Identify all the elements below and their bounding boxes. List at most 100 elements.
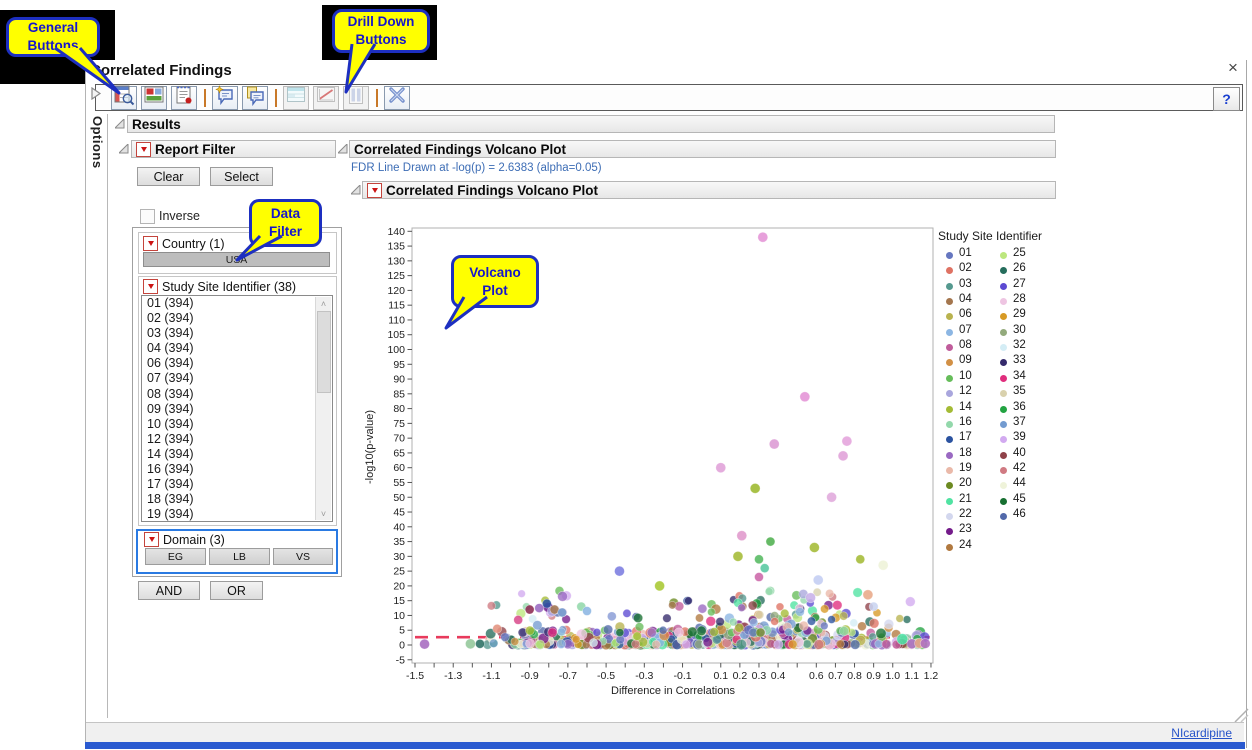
site-list-item[interactable]: 14 (394) xyxy=(142,447,332,462)
scatter-point[interactable] xyxy=(716,463,726,473)
legend-label[interactable]: 14 xyxy=(959,401,972,413)
legend-dot[interactable] xyxy=(1000,267,1007,274)
legend-label[interactable]: 42 xyxy=(1013,462,1026,474)
scatter-point[interactable] xyxy=(828,616,836,624)
scatter-point[interactable] xyxy=(614,566,624,576)
scatter-point[interactable] xyxy=(780,609,789,618)
legend-dot[interactable] xyxy=(1000,482,1007,489)
scatter-point[interactable] xyxy=(518,590,526,598)
scatter-point[interactable] xyxy=(557,639,566,648)
legend-label[interactable]: 08 xyxy=(959,339,972,351)
scatter-point[interactable] xyxy=(813,575,823,585)
legend-dot[interactable] xyxy=(946,359,953,366)
scatter-point[interactable] xyxy=(487,602,495,610)
site-list-item[interactable]: 02 (394) xyxy=(142,311,332,326)
scatter-point[interactable] xyxy=(827,492,837,502)
legend-label[interactable]: 32 xyxy=(1013,339,1026,351)
legend-dot[interactable] xyxy=(1000,498,1007,505)
scatter-point[interactable] xyxy=(542,599,551,608)
legend-dot[interactable] xyxy=(1000,313,1007,320)
scatter-point[interactable] xyxy=(698,604,707,613)
legend-dot[interactable] xyxy=(946,498,953,505)
site-list-item[interactable]: 09 (394) xyxy=(142,402,332,417)
legend-label[interactable]: 37 xyxy=(1013,416,1026,428)
site-list-item[interactable]: 01 (394) xyxy=(142,296,332,311)
legend-dot[interactable] xyxy=(946,482,953,489)
legend-dot[interactable] xyxy=(946,267,953,274)
legend-label[interactable]: 44 xyxy=(1013,477,1026,489)
legend-dot[interactable] xyxy=(1000,298,1007,305)
country-value-button[interactable]: USA xyxy=(143,252,330,267)
scatter-point[interactable] xyxy=(869,602,878,611)
scatter-point[interactable] xyxy=(655,581,665,591)
scatter-point[interactable] xyxy=(803,640,811,648)
legend-label[interactable]: 02 xyxy=(959,262,972,274)
legend-dot[interactable] xyxy=(946,421,953,428)
scatter-point[interactable] xyxy=(687,627,697,637)
scatter-point[interactable] xyxy=(754,555,763,564)
scatter-point[interactable] xyxy=(703,638,712,647)
scatter-point[interactable] xyxy=(748,601,757,610)
legend-label[interactable]: 34 xyxy=(1013,370,1026,382)
scatter-point[interactable] xyxy=(878,560,888,570)
scatter-point[interactable] xyxy=(774,640,783,649)
scatter-point[interactable] xyxy=(807,617,815,625)
scatter-point[interactable] xyxy=(750,483,760,493)
scatter-point[interactable] xyxy=(659,626,667,634)
volcano-inner-disclosure-icon[interactable] xyxy=(351,185,361,195)
site-list-item[interactable]: 18 (394) xyxy=(142,492,332,507)
drill-table-button[interactable] xyxy=(283,86,309,110)
legend-label[interactable]: 10 xyxy=(959,370,972,382)
scatter-point[interactable] xyxy=(758,232,768,242)
report-filter-disclosure-icon[interactable] xyxy=(119,144,129,154)
scatter-point[interactable] xyxy=(754,573,763,582)
legend-label[interactable]: 03 xyxy=(959,278,972,290)
legend-label[interactable]: 30 xyxy=(1013,324,1026,336)
legend-label[interactable]: 19 xyxy=(959,462,972,474)
legend-dot[interactable] xyxy=(946,375,953,382)
scatter-point[interactable] xyxy=(548,628,557,637)
inverse-checkbox[interactable] xyxy=(140,209,155,224)
legend-label[interactable]: 39 xyxy=(1013,431,1026,443)
scatter-point[interactable] xyxy=(760,564,769,573)
volcano-outer-disclosure-icon[interactable] xyxy=(338,144,348,154)
scatter-point[interactable] xyxy=(853,588,862,597)
scatter-point[interactable] xyxy=(710,628,719,637)
scatter-point[interactable] xyxy=(525,626,534,635)
legend-dot[interactable] xyxy=(946,344,953,351)
legend-dot[interactable] xyxy=(946,452,953,459)
legend-label[interactable]: 28 xyxy=(1013,293,1026,305)
legend-label[interactable]: 21 xyxy=(959,493,972,505)
legend-dot[interactable] xyxy=(1000,513,1007,520)
legend-dot[interactable] xyxy=(1000,252,1007,259)
scatter-point[interactable] xyxy=(525,639,534,648)
scatter-point[interactable] xyxy=(820,622,828,630)
scatter-point[interactable] xyxy=(884,619,894,629)
scatter-point[interactable] xyxy=(809,542,819,552)
legend-dot[interactable] xyxy=(946,436,953,443)
site-list-item[interactable]: 10 (394) xyxy=(142,417,332,432)
country-menu-icon[interactable] xyxy=(143,236,158,251)
scatter-point[interactable] xyxy=(633,632,642,641)
scatter-point[interactable] xyxy=(558,608,567,617)
scatter-point[interactable] xyxy=(525,605,534,614)
options-tab[interactable]: Options xyxy=(90,116,105,169)
legend-label[interactable]: 07 xyxy=(959,324,972,336)
scatter-point[interactable] xyxy=(729,618,737,626)
scatter-point[interactable] xyxy=(572,635,580,643)
site-list-item[interactable]: 03 (394) xyxy=(142,326,332,341)
scatter-point[interactable] xyxy=(536,640,545,649)
journal-button[interactable] xyxy=(171,86,197,110)
legend-dot[interactable] xyxy=(1000,390,1007,397)
legend-label[interactable]: 18 xyxy=(959,447,972,459)
scatter-point[interactable] xyxy=(652,640,660,648)
legend-label[interactable]: 17 xyxy=(959,431,972,443)
scatter-point[interactable] xyxy=(869,618,879,628)
scatter-point[interactable] xyxy=(733,551,743,561)
scatter-point[interactable] xyxy=(695,614,703,622)
scatter-point[interactable] xyxy=(682,640,691,649)
scatter-point[interactable] xyxy=(769,439,779,449)
scatter-point[interactable] xyxy=(514,615,523,624)
legend-dot[interactable] xyxy=(1000,283,1007,290)
legend-dot[interactable] xyxy=(946,390,953,397)
